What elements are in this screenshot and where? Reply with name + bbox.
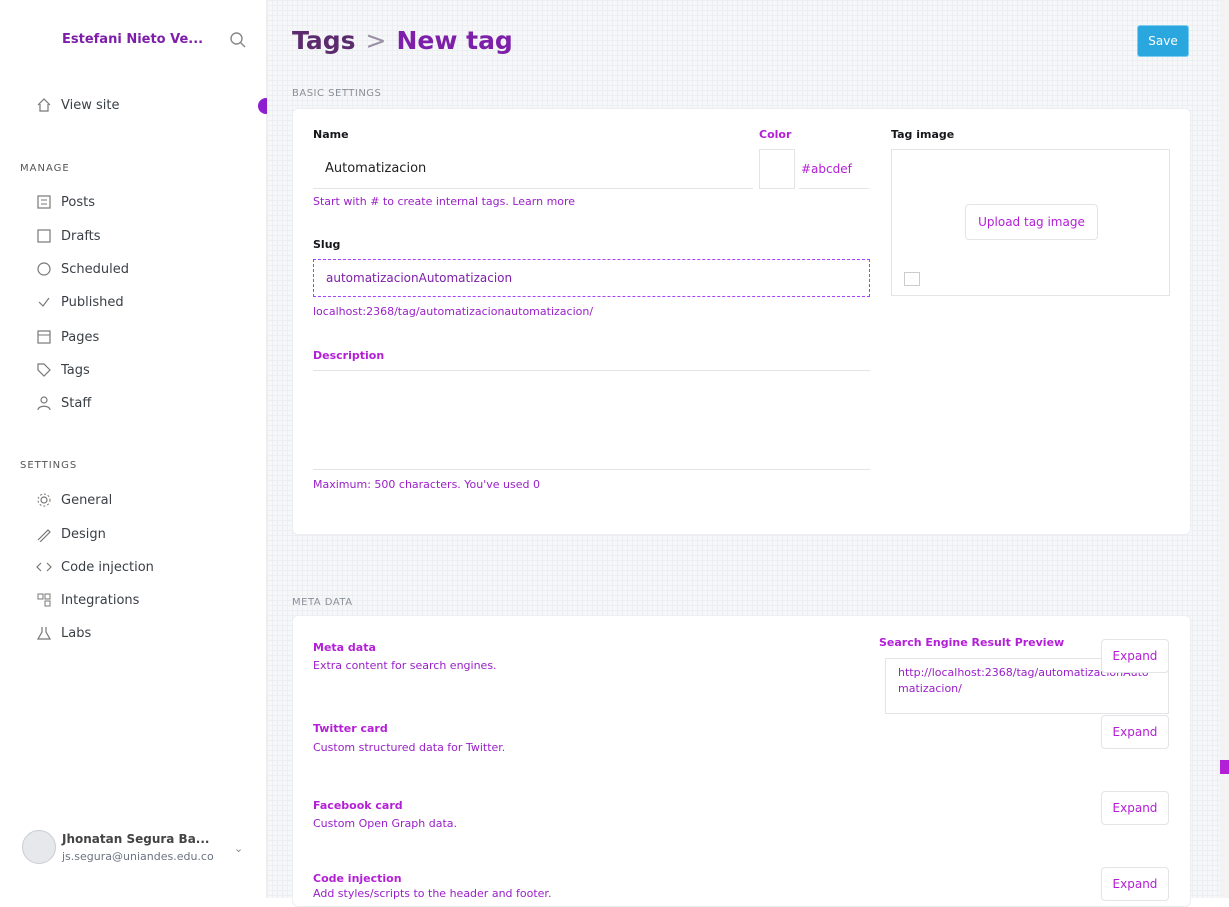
image-icon (904, 272, 920, 286)
basic-settings-title: BASIC SETTINGS (292, 88, 382, 99)
breadcrumb-tags-link[interactable]: Tags (292, 26, 355, 55)
twitter-card-description: Custom structured data for Twitter. (313, 741, 506, 754)
slug-input[interactable]: automatizacionAutomatizacion (313, 259, 870, 297)
sidebar-item-label: Published (61, 294, 124, 310)
main-content: Tags > New tag Save BASIC SETTINGS Name Au… (267, 0, 1229, 907)
sidebar-item-label: Design (61, 526, 106, 542)
upload-tag-image-button[interactable]: Upload tag image (965, 204, 1098, 240)
home-icon (37, 98, 51, 112)
name-hint: Start with # to create internal tags. Le… (313, 195, 576, 208)
meta-data-card: Meta data Extra content for search engin… (292, 615, 1191, 907)
code-injection-expand-button[interactable]: Expand (1101, 867, 1169, 901)
design-icon (37, 529, 51, 542)
integrations-icon (37, 593, 51, 607)
sidebar-item-pages[interactable]: Pages (36, 327, 99, 347)
sidebar-item-label: Code injection (61, 559, 154, 575)
color-swatch[interactable] (759, 149, 795, 189)
name-input[interactable]: Automatizacion (313, 149, 753, 189)
sidebar-item-label: Pages (61, 329, 100, 345)
basic-settings-card: Name Automatizacion Start with # to crea… (292, 108, 1191, 535)
facebook-card-description: Custom Open Graph data. (313, 817, 458, 830)
chevron-right-icon: > (365, 26, 387, 55)
slug-label: Slug (313, 238, 341, 251)
tag-icon (37, 363, 51, 377)
meta-data-title: META DATA (292, 597, 353, 608)
page-title: New tag (396, 26, 513, 55)
site-title[interactable]: Estefani Nieto Ve... (62, 32, 203, 47)
save-button[interactable]: Save (1137, 25, 1189, 57)
view-site-label: View site (61, 97, 120, 113)
user-name: Jhonatan Segura Ba... (62, 832, 210, 846)
sidebar-item-tags[interactable]: Tags (36, 360, 90, 380)
view-site-link[interactable]: View site (36, 95, 119, 115)
manage-label: MANAGE (20, 163, 70, 174)
gear-icon (37, 493, 51, 507)
meta-data-expand-button[interactable]: Expand (1101, 639, 1169, 673)
facebook-card-expand-button[interactable]: Expand (1101, 791, 1169, 825)
sidebar-item-label: Scheduled (61, 261, 129, 277)
posts-icon (37, 195, 51, 209)
facebook-card-title: Facebook card (313, 799, 403, 812)
sidebar-item-scheduled[interactable]: Scheduled (36, 259, 129, 279)
sidebar-item-labs[interactable]: Labs (36, 623, 91, 643)
sidebar-item-label: Integrations (61, 592, 140, 608)
search-icon[interactable] (229, 31, 247, 49)
tag-image-dropzone[interactable]: Upload tag image (891, 149, 1170, 296)
code-injection-title: Code injection (313, 872, 402, 885)
sidebar-item-posts[interactable]: Posts (36, 192, 95, 212)
twitter-card-expand-button[interactable]: Expand (1101, 715, 1169, 749)
sidebar-item-published[interactable]: Published (36, 292, 124, 312)
sidebar-item-general[interactable]: General (36, 490, 112, 510)
color-label: Color (759, 128, 792, 141)
settings-label: SETTINGS (20, 460, 78, 471)
color-input[interactable]: #abcdef (799, 149, 869, 189)
sidebar-item-label: General (61, 492, 113, 508)
slug-url: localhost:2368/tag/automatizacionautomat… (313, 305, 594, 318)
breadcrumb: Tags > New tag (292, 26, 513, 55)
scheduled-icon (37, 262, 51, 276)
sidebar-item-label: Labs (61, 625, 92, 641)
drafts-icon (37, 229, 51, 243)
sidebar: Estefani Nieto Ve... View site MANAGE Po… (0, 0, 274, 898)
tag-image-label: Tag image (891, 128, 955, 141)
chevron-down-icon: ⌄ (234, 842, 244, 855)
published-icon (38, 297, 50, 307)
labs-icon (36, 627, 52, 640)
sidebar-item-drafts[interactable]: Drafts (36, 226, 101, 246)
meta-data-description: Extra content for search engines. (313, 659, 497, 672)
scrollbar-thumb[interactable] (1220, 760, 1229, 774)
preview-label: Search Engine Result Preview (879, 636, 1065, 649)
pages-icon (37, 330, 51, 344)
sidebar-item-design[interactable]: Design (36, 524, 106, 544)
sidebar-item-label: Posts (61, 194, 95, 210)
code-injection-description: Add styles/scripts to the header and foo… (313, 887, 552, 900)
name-label: Name (313, 128, 349, 141)
twitter-card-title: Twitter card (313, 722, 388, 735)
staff-icon (37, 396, 51, 411)
sidebar-item-code-injection[interactable]: Code injection (36, 557, 154, 577)
sidebar-item-integrations[interactable]: Integrations (36, 590, 139, 610)
scrollbar[interactable] (1220, 0, 1229, 898)
meta-data-heading: Meta data (313, 641, 376, 654)
sidebar-item-label: Drafts (61, 228, 101, 244)
description-hint: Maximum: 500 characters. You've used 0 (313, 478, 540, 491)
description-textarea[interactable] (313, 370, 870, 470)
avatar (22, 830, 56, 864)
description-label: Description (313, 349, 385, 362)
code-icon (36, 562, 52, 572)
sidebar-item-label: Tags (61, 362, 90, 378)
user-email: js.segura@uniandes.edu.co (62, 850, 214, 863)
sidebar-item-staff[interactable]: Staff (36, 393, 91, 413)
sidebar-item-label: Staff (61, 395, 92, 411)
